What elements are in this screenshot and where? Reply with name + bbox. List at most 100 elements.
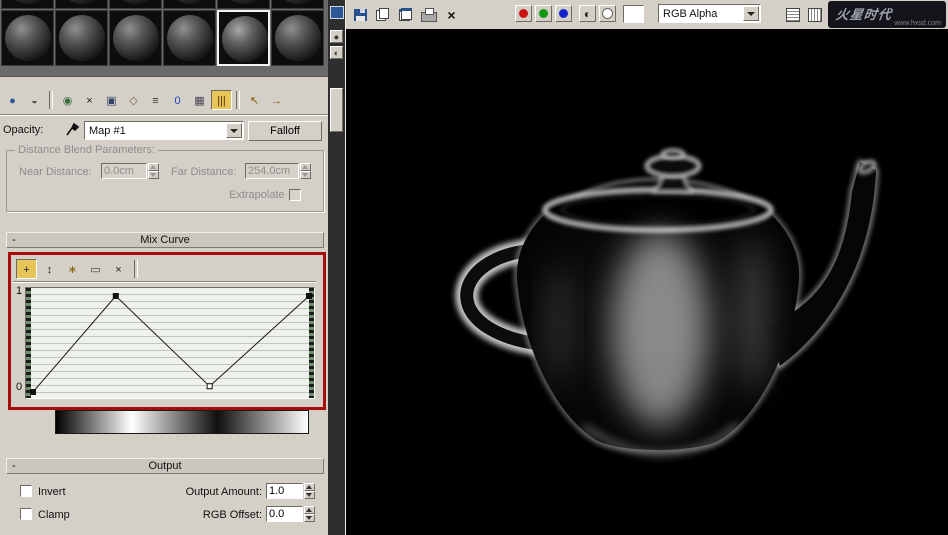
output-rollout[interactable]: - Output [6,458,324,474]
rgb-offset-spinner[interactable] [304,506,315,522]
map-name: Map #1 [89,124,126,137]
material-sphere-preview [5,0,51,4]
material-sphere-preview [167,0,213,4]
extrapolate-checkbox[interactable] [289,189,301,201]
go-to-parent-icon[interactable]: ↖ [244,90,265,110]
rgb-offset-field[interactable] [266,506,303,522]
clear-icon[interactable]: × [442,6,461,23]
print-image-icon[interactable] [419,6,438,23]
material-sphere-preview [113,0,159,4]
assign-material-to-selection-icon[interactable]: ◉ [57,90,78,110]
backlight-button[interactable]: ◐ [330,46,343,59]
mix-curve-annotation-box: + ↕ ∗ ▭ × 1 0 [8,252,326,410]
make-material-copy-icon[interactable]: ▣ [101,90,122,110]
output-title: Output [148,460,182,472]
material-sphere-preview [59,0,105,4]
material-slot[interactable] [1,0,54,9]
clone-window-icon[interactable] [396,6,415,23]
add-point-icon[interactable]: ∗ [62,259,83,279]
material-slot[interactable] [217,10,270,66]
material-slot[interactable] [1,10,54,66]
clamp-checkbox[interactable] [20,508,32,520]
render-viewport [346,29,948,535]
layout-b-icon[interactable] [805,6,824,23]
background-color-swatch[interactable] [623,5,644,23]
channel-display-value: RGB Alpha [663,7,718,20]
chevron-down-icon[interactable] [226,123,242,138]
material-editor-panel: ● ◒ ◉ × ▣ ◇ ≡ 0 ▦ ||| ↖ → Opacity: Map #1 Falloff D… [0,0,328,535]
material-sphere-preview [5,15,51,61]
sample-type-button[interactable]: ● [330,30,343,43]
rgb-offset-label: RGB Offset: [202,509,262,521]
show-map-in-viewport-icon[interactable]: ▦ [189,90,210,110]
far-distance-field[interactable] [245,163,299,179]
hxsd-logo: 火星时代 www.hxsd.com [828,1,946,28]
reset-map-icon[interactable]: × [79,90,100,110]
material-slot[interactable] [271,0,324,9]
scale-point-icon[interactable]: ↕ [39,259,60,279]
map-type-button[interactable]: Falloff [248,121,322,141]
rendered-frame-window: × ◐ RGB Alpha 火星时代 www.hxsd.com [345,0,948,535]
monochrome-button[interactable]: ◐ [579,5,596,22]
material-slot[interactable] [55,0,108,9]
mix-curve-graph[interactable] [25,287,315,399]
show-end-result-icon[interactable]: ||| [211,90,232,110]
logo-title: 火星时代 [834,7,893,22]
collapse-icon[interactable]: - [12,233,16,247]
blue-channel-button[interactable] [555,5,572,22]
alpha-channel-button[interactable] [599,5,616,22]
put-to-library-icon[interactable]: ≡ [145,90,166,110]
material-sphere-preview [222,16,268,62]
material-slot[interactable] [109,10,162,66]
side-toolbar-button[interactable] [330,88,343,132]
near-distance-label: Near Distance: [19,166,92,178]
mix-curve-svg [30,293,312,395]
far-distance-label: Far Distance: [171,166,237,178]
green-channel-button[interactable] [535,5,552,22]
far-distance-spinner[interactable] [300,163,311,179]
collapse-icon[interactable]: - [12,459,16,473]
output-amount-label: Output Amount: [185,486,262,498]
material-slot[interactable] [163,10,216,66]
delete-point-icon[interactable]: ▭ [85,259,106,279]
window-menu-icon[interactable] [330,6,344,19]
extrapolate-label: Extrapolate [229,189,285,201]
layout-a-icon[interactable] [783,6,802,23]
red-channel-button[interactable] [515,5,532,22]
group-title: Distance Blend Parameters: [15,144,158,156]
put-material-to-scene-icon[interactable]: ◒ [24,90,45,110]
get-material-icon[interactable]: ● [2,90,23,110]
y-tick-0: 0 [16,381,23,393]
window-gap: ● ◐ [328,0,345,535]
go-forward-sibling-icon[interactable]: → [266,90,287,110]
output-amount-field[interactable] [266,483,303,499]
material-slot[interactable] [163,0,216,9]
material-slot[interactable] [217,0,270,9]
mix-curve-rollout[interactable]: - Mix Curve [6,232,324,248]
material-slot[interactable] [271,10,324,66]
make-unique-icon[interactable]: ◇ [123,90,144,110]
curve-toolbar: + ↕ ∗ ▭ × [13,257,316,282]
render-toolbar: × ◐ RGB Alpha 火星时代 www.hxsd.com [346,0,948,29]
reset-curve-icon[interactable]: × [108,259,129,279]
material-sphere-preview [59,15,105,61]
teapot-render [455,148,878,456]
material-slot[interactable] [55,10,108,66]
material-id-channel-icon[interactable]: 0 [167,90,188,110]
move-point-icon[interactable]: + [16,259,37,279]
channel-display-dropdown[interactable]: RGB Alpha [658,4,761,23]
material-sphere-preview [221,0,267,4]
save-image-icon[interactable] [351,6,370,23]
sample-slots [0,0,328,77]
material-slot[interactable] [109,0,162,9]
map-name-dropdown[interactable]: Map #1 [84,121,244,140]
near-distance-spinner[interactable] [148,163,159,179]
eyedropper-icon[interactable] [64,120,80,141]
output-amount-spinner[interactable] [304,483,315,499]
material-sphere-preview [167,15,213,61]
y-tick-1: 1 [16,285,23,297]
copy-image-icon[interactable] [373,6,392,23]
invert-checkbox[interactable] [20,485,32,497]
near-distance-field[interactable] [101,163,147,179]
chevron-down-icon[interactable] [743,6,759,21]
